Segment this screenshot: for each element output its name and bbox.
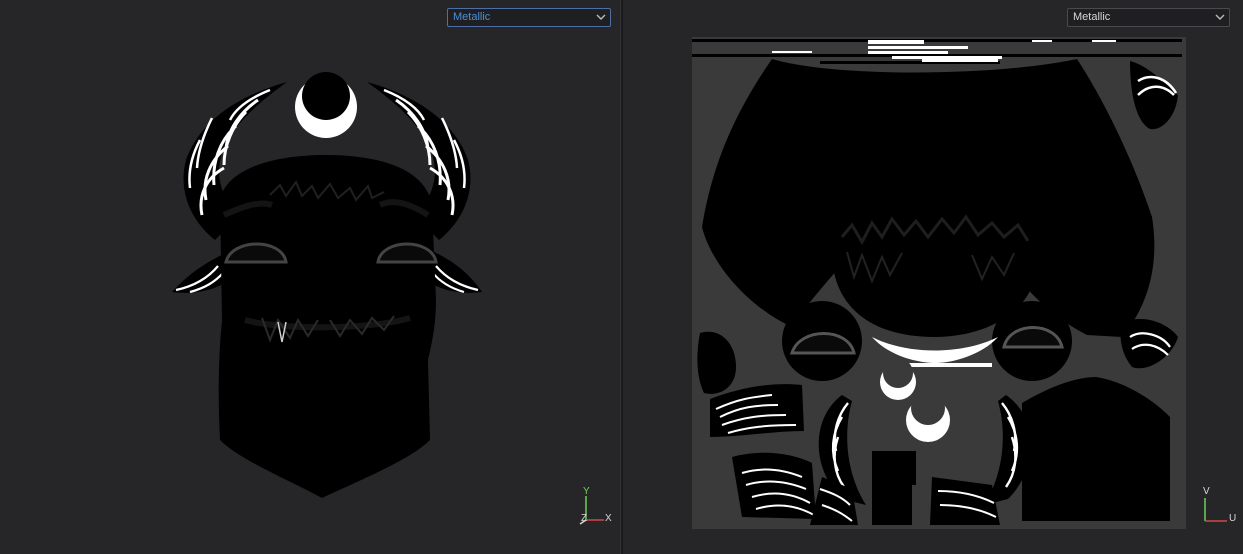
viewport-2d[interactable]: Metallic V U	[623, 0, 1243, 554]
viewport-3d[interactable]: Metallic Y X Z	[0, 0, 620, 554]
chevron-down-icon	[1215, 14, 1225, 20]
axis-label-z: Z	[581, 513, 588, 524]
channel-select-2d[interactable]: Metallic	[1067, 8, 1230, 27]
uv-texture-map	[692, 37, 1186, 529]
crescent-emblem	[295, 72, 357, 138]
axis-label-u: U	[1229, 513, 1237, 524]
axis-label-v: V	[1203, 486, 1210, 497]
axis-label-x: X	[605, 513, 612, 524]
channel-select-2d-value: Metallic	[1073, 11, 1111, 23]
mask-model-render	[172, 72, 482, 498]
axis-label-y: Y	[583, 486, 590, 497]
